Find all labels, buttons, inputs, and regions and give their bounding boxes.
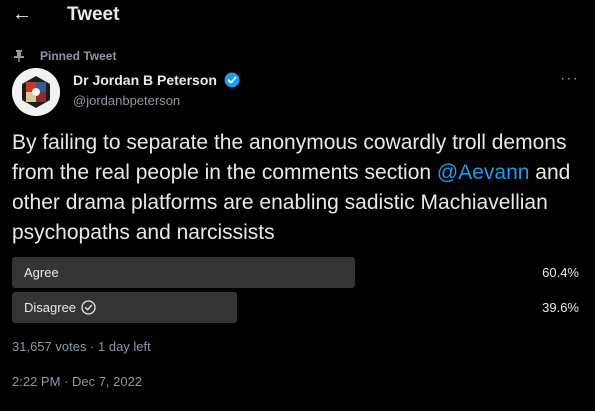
poll-option-label: Disagree xyxy=(24,300,96,315)
poll-option: Agree 60.4% xyxy=(12,257,587,288)
more-horizontal-icon[interactable]: ··· xyxy=(560,70,579,88)
mention-link[interactable]: @Aevann xyxy=(437,161,530,184)
poll-option-label: Agree xyxy=(24,265,59,280)
pinned-label: Pinned Tweet xyxy=(40,49,117,63)
tweet-timestamp[interactable]: 2:22 PM · Dec 7, 2022 xyxy=(12,374,142,389)
poll-meta: 31,657 votes · 1 day left xyxy=(12,339,151,354)
pin-icon xyxy=(14,50,24,62)
verified-badge-icon xyxy=(224,72,240,88)
tweet-text: By failing to separate the anonymous cow… xyxy=(12,128,587,248)
top-bar: ← Tweet xyxy=(0,0,595,32)
poll-option-percent: 60.4% xyxy=(542,265,579,280)
poll-bar xyxy=(12,257,355,288)
pinned-indicator: Pinned Tweet xyxy=(14,49,116,63)
page-title: Tweet xyxy=(67,4,120,25)
poll-option-percent: 39.6% xyxy=(542,300,579,315)
author-handle[interactable]: @jordanbpeterson xyxy=(73,93,180,108)
poll-option: Disagree 39.6% xyxy=(12,292,587,323)
arrow-left-icon[interactable]: ← xyxy=(12,3,32,25)
check-circle-icon xyxy=(81,300,96,315)
avatar[interactable] xyxy=(12,68,60,116)
author-name[interactable]: Dr Jordan B Peterson xyxy=(73,72,217,88)
